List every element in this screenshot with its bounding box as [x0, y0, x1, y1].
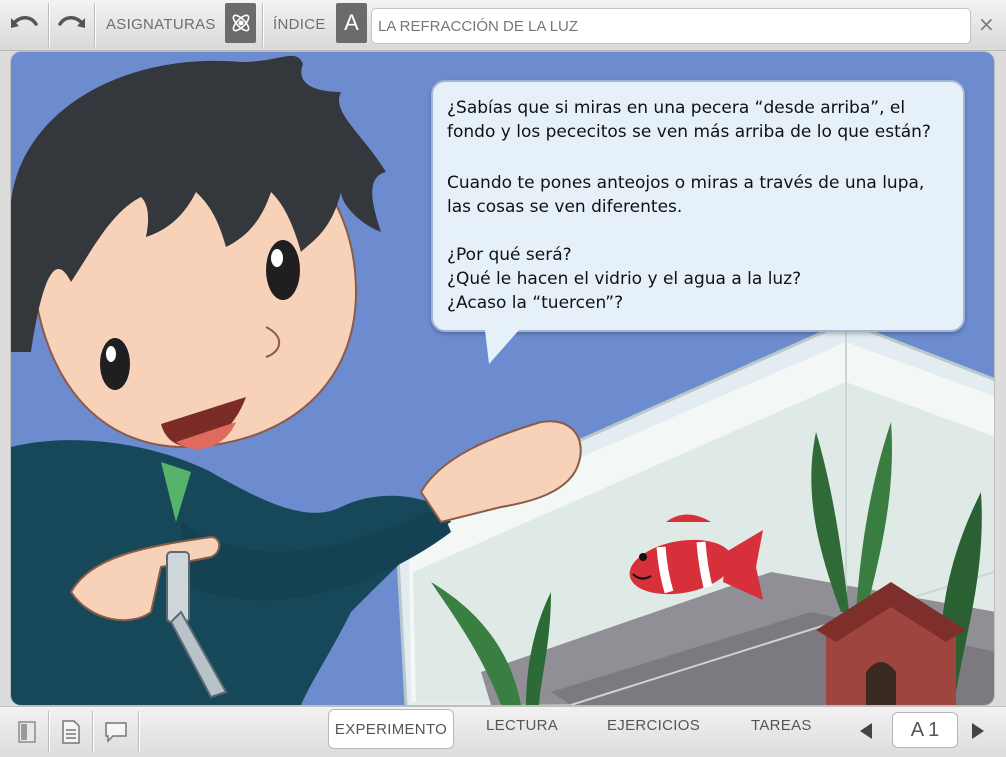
bubble-line-1: ¿Sabías que si miras en una pecera “desd… — [447, 98, 906, 118]
bubble-line-7: ¿Acaso la “tuercen”? — [447, 293, 624, 313]
undo-button[interactable] — [4, 4, 46, 44]
bubble-line-4: las cosas se ven diferentes. — [447, 197, 683, 217]
tab-experimento[interactable]: EXPERIMENTO — [328, 709, 454, 749]
bubble-line-3: Cuando te pones anteojos o miras a travé… — [447, 173, 925, 193]
redo-arrow-icon — [58, 16, 85, 28]
bubble-line-5: ¿Por qué será? — [447, 245, 572, 265]
illustration-panel: ¿Sabías que si miras en una pecera “desd… — [11, 52, 994, 705]
undo-arrow-icon — [11, 16, 38, 28]
speech-bubble-tail — [485, 330, 519, 364]
page-letter: A — [910, 718, 925, 741]
close-icon[interactable]: × — [978, 14, 995, 34]
tab-ejercicios[interactable]: EJERCICIOS — [607, 717, 700, 734]
notes-icon[interactable] — [56, 717, 86, 747]
lesson-title-box: LA REFRACCIÓN DE LA LUZ — [371, 8, 971, 44]
index-label[interactable]: ÍNDICE — [273, 16, 326, 33]
index-letter-icon[interactable]: A — [336, 3, 367, 43]
previous-page-icon[interactable] — [860, 723, 872, 739]
bubble-line-6: ¿Qué le hacen el vidrio y el agua a la l… — [447, 269, 802, 289]
redo-button[interactable] — [50, 4, 92, 44]
subjects-label[interactable]: ASIGNATURAS — [106, 16, 216, 33]
aquarium — [394, 320, 994, 705]
tab-lectura[interactable]: LECTURA — [486, 717, 558, 734]
page-number: 1 — [928, 718, 940, 741]
speech-bubble: ¿Sabías que si miras en una pecera “desd… — [431, 80, 965, 332]
atom-icon[interactable] — [225, 3, 256, 43]
page-indicator: A 1 — [892, 712, 958, 748]
top-toolbar: ASIGNATURAS ÍNDICE A LA REFRACCIÓN DE LA… — [0, 0, 1006, 51]
lesson-title: LA REFRACCIÓN DE LA LUZ — [378, 18, 579, 35]
bookmark-icon[interactable] — [12, 717, 42, 747]
comment-icon[interactable] — [101, 717, 131, 747]
next-page-icon[interactable] — [972, 723, 984, 739]
bottom-toolbar: EXPERIMENTO LECTURA EJERCICIOS TAREAS A … — [0, 706, 1006, 757]
tab-tareas[interactable]: TAREAS — [751, 717, 812, 734]
bubble-line-2: fondo y los pececitos se ven más arriba … — [447, 122, 931, 142]
